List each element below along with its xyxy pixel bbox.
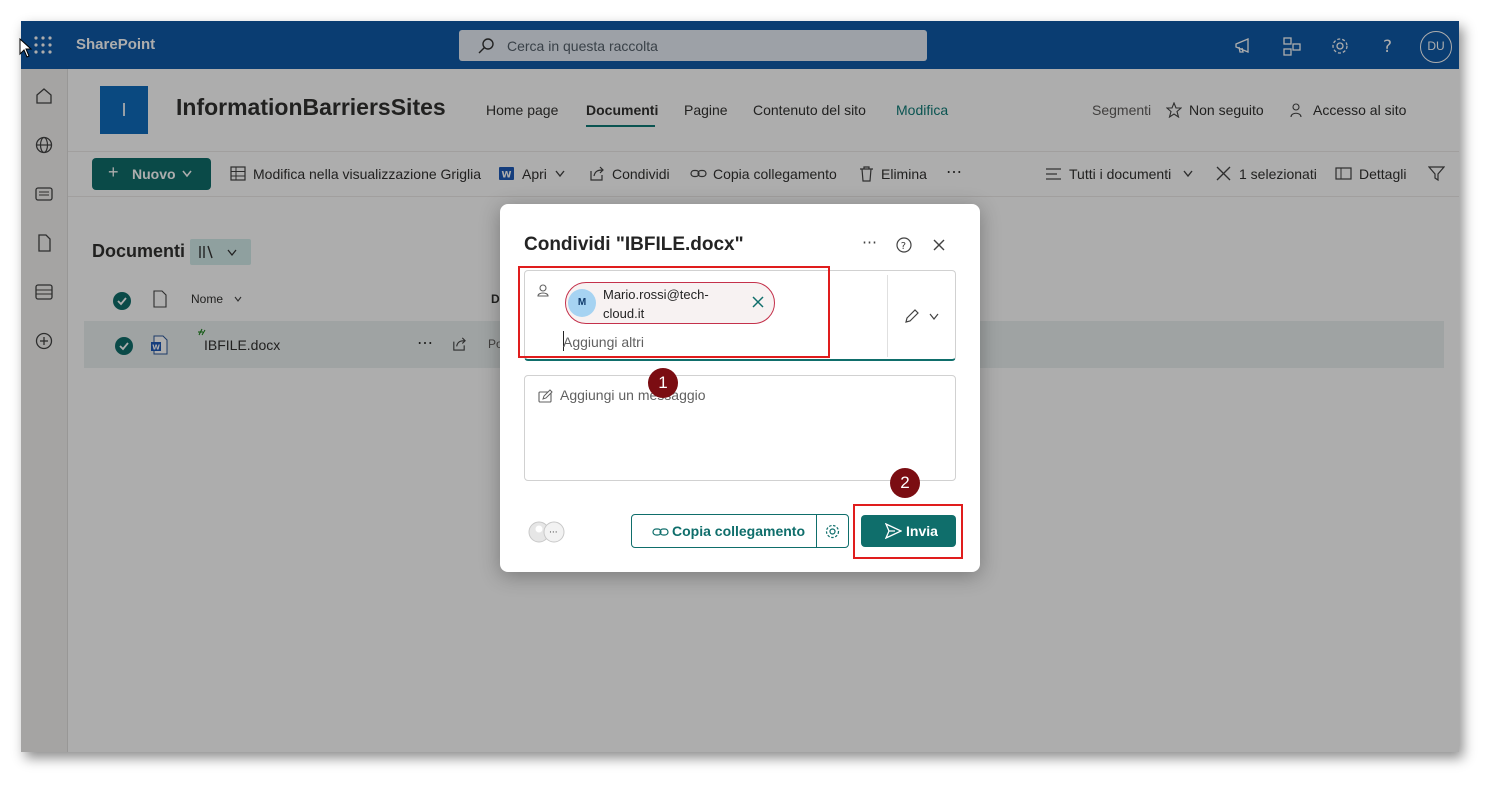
mouse-cursor-icon xyxy=(19,38,33,58)
sharepoint-window: SharePoint Cerca in questa raccolta ? DU xyxy=(21,21,1459,752)
link-icon xyxy=(652,528,669,536)
step-2-badge: 2 xyxy=(890,468,920,498)
copy-link-button[interactable]: Copia collegamento xyxy=(631,514,849,548)
svg-text:?: ? xyxy=(901,241,906,252)
svg-text:···: ··· xyxy=(549,528,558,538)
more-options-icon[interactable]: ⋯ xyxy=(862,233,877,251)
copy-link-label: Copia collegamento xyxy=(672,523,806,539)
highlight-recipient-box xyxy=(518,266,830,358)
dialog-title: Condividi "IBFILE.docx" xyxy=(524,234,744,255)
chevron-down-icon[interactable] xyxy=(929,313,939,321)
help-icon[interactable]: ? xyxy=(895,236,913,254)
picker-divider xyxy=(887,275,888,357)
step-1-badge: 1 xyxy=(648,368,678,398)
highlight-send-button xyxy=(853,504,963,559)
message-placeholder: Aggiungi un messaggio xyxy=(560,387,706,403)
edit-message-icon xyxy=(538,389,553,403)
access-avatars-icon[interactable]: ··· xyxy=(527,520,567,544)
message-field[interactable]: Aggiungi un messaggio xyxy=(524,375,956,481)
gear-icon[interactable] xyxy=(824,523,841,540)
copy-link-divider xyxy=(816,515,817,547)
close-icon[interactable] xyxy=(930,236,948,254)
pencil-icon[interactable] xyxy=(903,307,921,325)
